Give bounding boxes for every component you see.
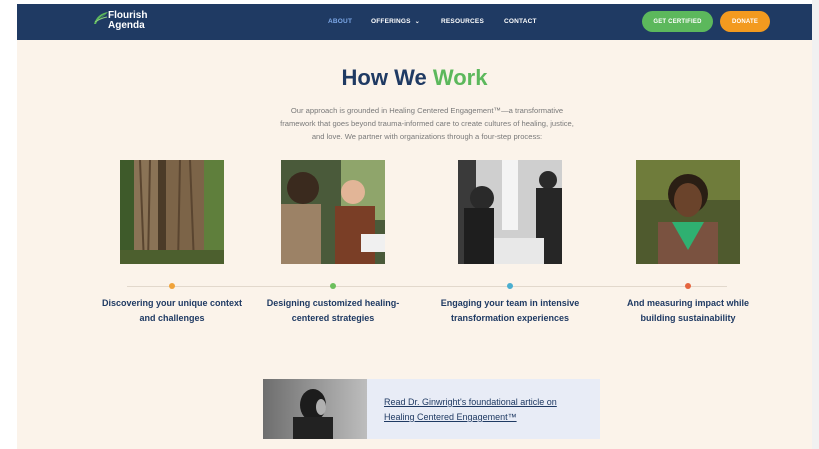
intro-line2: framework that goes beyond trauma-inform…: [280, 119, 574, 128]
intro-line3: and love. We partner with organizations …: [311, 132, 543, 141]
step-1-line2: and challenges: [139, 313, 205, 323]
nav-about[interactable]: ABOUT: [328, 18, 352, 25]
nav-resources[interactable]: RESOURCES: [441, 18, 484, 25]
step-3-line1: Engaging your team in intensive: [440, 298, 580, 308]
step-3-line2: transformation experiences: [450, 313, 570, 323]
timeline-dot-1: [169, 283, 175, 289]
step-1-text: Discovering your unique context and chal…: [92, 296, 252, 326]
nav-offerings-label: OFFERINGS: [371, 18, 411, 25]
intro-line1: Our approach is grounded in Healing Cent…: [290, 106, 564, 115]
step-3-text: Engaging your team in intensive transfor…: [430, 296, 590, 326]
timeline-dot-2: [330, 283, 336, 289]
chevron-down-icon: ⌄: [414, 19, 420, 25]
right-edge: [812, 0, 819, 449]
step-4-line2: building sustainability: [640, 313, 736, 323]
step-image-workshop: [281, 160, 385, 264]
step-4-line1: And measuring impact while: [626, 298, 750, 308]
step-image-forest: [120, 160, 224, 264]
title-part2: Work: [432, 65, 488, 90]
article-card[interactable]: Read Dr. Ginwright's foundational articl…: [263, 379, 600, 439]
article-link[interactable]: Read Dr. Ginwright's foundational articl…: [384, 395, 589, 425]
article-link-line1: Read Dr. Ginwright's foundational articl…: [384, 397, 557, 407]
title-part1: How We: [341, 65, 427, 90]
article-link-line2: Healing Centered Engagement™: [384, 412, 517, 422]
step-4-text: And measuring impact while building sust…: [608, 296, 768, 326]
get-certified-button[interactable]: GET CERTIFIED: [642, 11, 713, 32]
timeline-line: [127, 286, 727, 287]
nav-contact[interactable]: CONTACT: [504, 18, 537, 25]
step-image-team: [458, 160, 562, 264]
intro-text: Our approach is grounded in Healing Cent…: [249, 104, 605, 143]
step-1-line1: Discovering your unique context: [101, 298, 243, 308]
step-2-line1: Designing customized healing-: [266, 298, 400, 308]
step-2-line2: centered strategies: [291, 313, 375, 323]
step-2-text: Designing customized healing- centered s…: [253, 296, 413, 326]
donate-button[interactable]: DONATE: [720, 11, 770, 32]
step-image-portrait: [636, 160, 740, 264]
nav-offerings[interactable]: OFFERINGS ⌄: [371, 18, 420, 25]
article-image: [263, 379, 367, 439]
page-title: How We Work: [17, 65, 812, 91]
timeline-dot-4: [685, 283, 691, 289]
timeline-dot-3: [507, 283, 513, 289]
page-frame: Flourish Agenda ABOUT OFFERINGS ⌄ RESOURC…: [17, 4, 812, 449]
site-header: Flourish Agenda ABOUT OFFERINGS ⌄ RESOURC…: [17, 4, 812, 40]
